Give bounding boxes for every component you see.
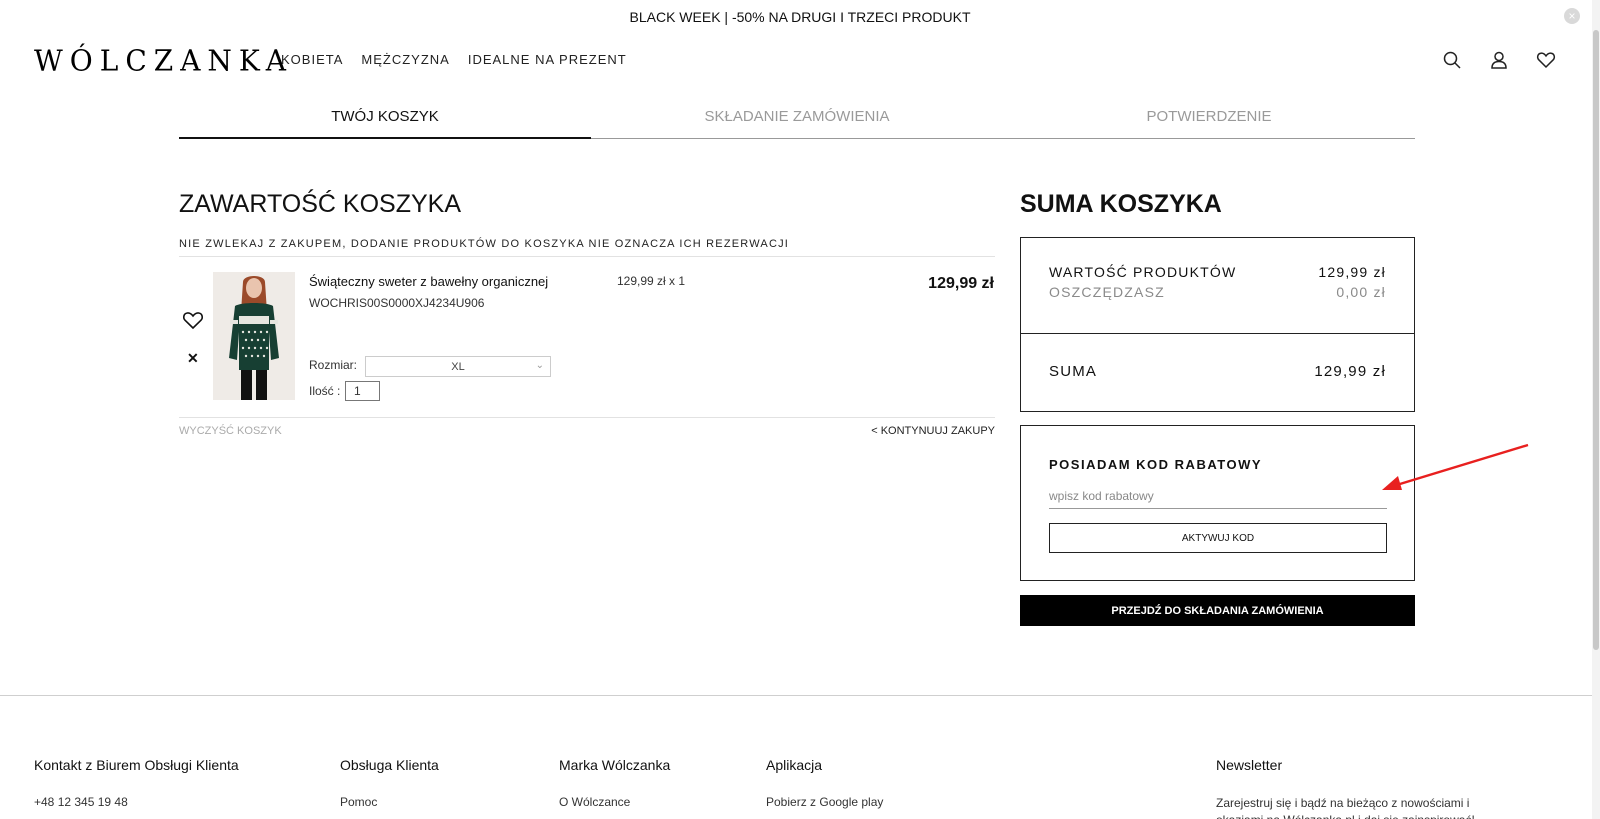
logo[interactable]: WÓLCZANKA [34,43,293,78]
step-confirmation: POTWIERDZENIE [1003,108,1415,139]
footer-divider [0,695,1592,696]
footer-link-help[interactable]: Pomoc [340,795,439,809]
product-image[interactable] [213,272,295,400]
product-unit-price: 129,99 zł x 1 [617,274,686,288]
promo-text: BLACK WEEK | -50% NA DRUGI I TRZECI PROD… [629,9,971,25]
summary-box: WARTOŚĆ PRODUKTÓW 129,99 zł OSZCZĘDZASZ … [1020,237,1415,412]
products-value-row: WARTOŚĆ PRODUKTÓW 129,99 zł [1049,264,1386,280]
footer-heading: Kontakt z Biurem Obsługi Klienta [34,757,239,773]
products-value-amount: 129,99 zł [1318,264,1386,280]
quantity-label: Ilość : [309,384,341,398]
checkout-steps: TWÓJ KOSZYK SKŁADANIE ZAMÓWIENIA POTWIER… [179,108,1415,139]
footer-heading: Newsletter [1216,757,1283,773]
add-to-wishlist-icon[interactable] [182,310,204,330]
footer-column-newsletter: Newsletter Zarejestruj się i bądź na bie… [1216,757,1486,819]
close-icon[interactable]: × [1564,8,1580,24]
divider [179,417,995,418]
continue-shopping-link[interactable]: < KONTYNUUJ ZAKUPY [871,425,995,437]
cart-notice: NIE ZWLEKAJ Z ZAKUPEM, DODANIE PRODUKTÓW… [179,238,995,257]
nav-item-idealne-na-prezent[interactable]: IDEALNE NA PREZENT [468,52,627,67]
product-name[interactable]: Świąteczny sweter z bawełny organicznej [309,274,548,289]
footer-column-brand: Marka Wólczanka O Wólczance [559,757,670,809]
footer-heading: Aplikacja [766,757,823,773]
header-icons [1442,50,1556,70]
quantity-input[interactable] [345,381,380,401]
main-nav: KOBIETA MĘŻCZYZNA IDEALNE NA PREZENT [281,52,627,67]
heart-icon[interactable] [1536,50,1556,70]
footer-link-about[interactable]: O Wólczance [559,795,670,809]
chevron-down-icon: ⌄ [535,360,544,371]
activate-coupon-button[interactable]: AKTYWUJ KOD [1049,523,1387,553]
footer-column-contact: Kontakt z Biurem Obsługi Klienta +48 12 … [34,757,239,809]
annotation-arrow [1382,443,1529,490]
footer-column-service: Obsługa Klienta Pomoc [340,757,439,809]
savings-label: OSZCZĘDZASZ [1049,284,1165,300]
promo-bar: BLACK WEEK | -50% NA DRUGI I TRZECI PROD… [0,0,1600,34]
scrollbar-thumb[interactable] [1593,30,1599,650]
search-icon[interactable] [1442,50,1462,70]
footer-heading: Marka Wólczanka [559,757,671,773]
product-sku: WOCHRIS00S0000XJ4234U906 [309,296,485,310]
scrollbar[interactable] [1592,0,1600,819]
products-value-label: WARTOŚĆ PRODUKTÓW [1049,264,1237,280]
savings-row: OSZCZĘDZASZ 0,00 zł [1049,284,1386,300]
divider [1021,333,1414,334]
nav-item-kobieta[interactable]: KOBIETA [281,52,343,67]
user-icon[interactable] [1489,50,1509,70]
size-label: Rozmiar: [309,358,358,372]
clear-cart-link[interactable]: WYCZYŚĆ KOSZYK [179,425,282,437]
size-select[interactable]: XL ⌄ [365,356,551,377]
summary-title: SUMA KOSZYKA [1020,190,1222,218]
cart-title: ZAWARTOŚĆ KOSZYKA [179,190,461,218]
total-row: SUMA 129,99 zł [1049,363,1386,380]
newsletter-text: Zarejestruj się i bądź na bieżąco z nowo… [1216,796,1475,819]
total-label: SUMA [1049,363,1098,380]
nav-item-mezczyzna[interactable]: MĘŻCZYZNA [361,52,449,67]
footer-heading: Obsługa Klienta [340,757,439,773]
remove-item-icon[interactable]: ✕ [187,350,199,367]
coupon-title: POSIADAM KOD RABATOWY [1049,457,1263,472]
footer-link-google-play[interactable]: Pobierz z Google play [766,795,883,809]
coupon-input[interactable] [1049,483,1387,509]
size-value: XL [451,360,465,373]
total-amount: 129,99 zł [1314,363,1386,380]
footer-phone-link[interactable]: +48 12 345 19 48 [34,795,239,809]
savings-amount: 0,00 zł [1336,284,1386,300]
product-total-price: 129,99 zł [928,275,994,292]
footer-column-app: Aplikacja Pobierz z Google play [766,757,883,809]
step-order: SKŁADANIE ZAMÓWIENIA [591,108,1003,139]
checkout-button[interactable]: PRZEJDŹ DO SKŁADANIA ZAMÓWIENIA [1020,595,1415,626]
coupon-box: POSIADAM KOD RABATOWY AKTYWUJ KOD [1020,425,1415,581]
step-cart[interactable]: TWÓJ KOSZYK [179,108,591,139]
